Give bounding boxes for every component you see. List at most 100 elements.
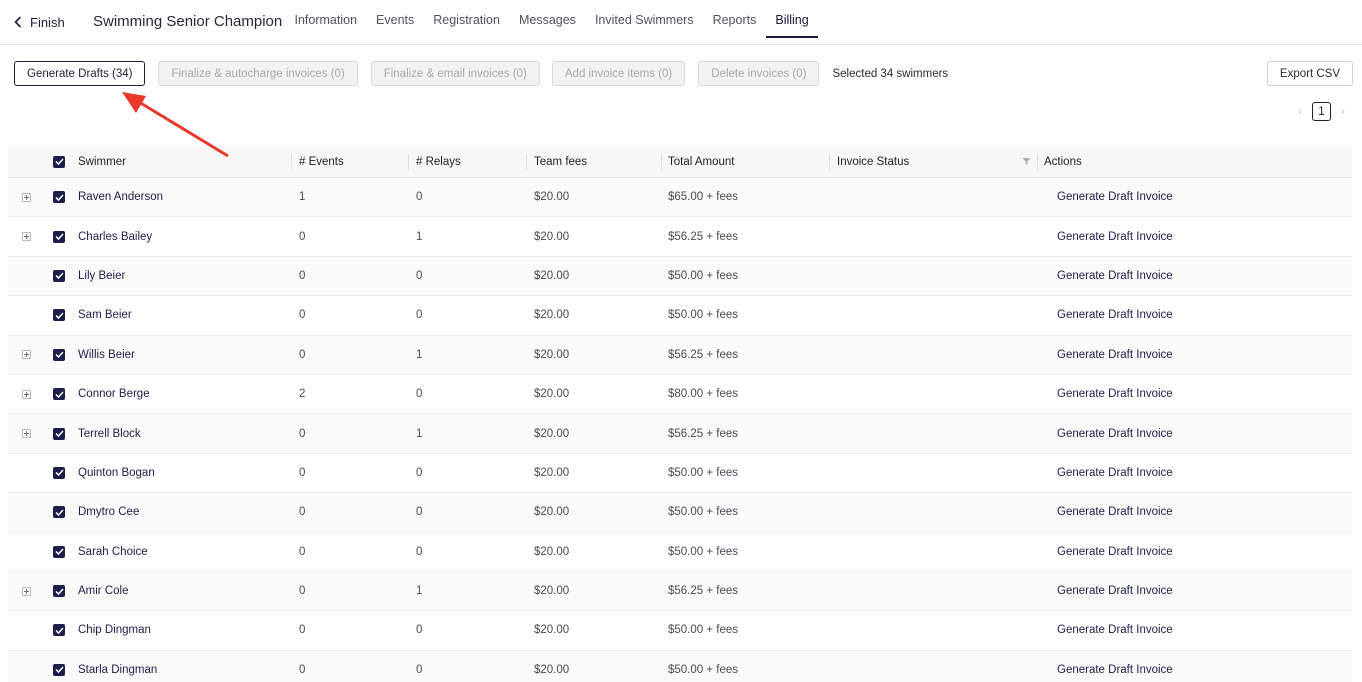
row-checkbox[interactable] [53,217,65,255]
row-checkbox[interactable] [53,611,65,649]
column-header-invoice-status[interactable]: Invoice Status [837,146,909,177]
expand-row-button[interactable] [22,375,31,413]
table-row: Dmytro Cee 0 0 $20.00 $50.00 + fees Generate … [8,493,1352,533]
total-amount-value: $50.00 + fees [668,506,739,519]
column-header-events[interactable]: # Events [299,146,344,177]
expand-row-button[interactable] [22,178,31,216]
row-checkbox[interactable] [53,493,65,531]
column-header-team-fees[interactable]: Team fees [534,146,587,177]
generate-draft-invoice-link[interactable]: Generate Draft Invoice [1057,414,1173,452]
relays-count: 0 [416,269,423,282]
row-checkbox[interactable] [53,572,65,610]
generate-draft-invoice-link[interactable]: Generate Draft Invoice [1057,651,1173,682]
generate-draft-invoice-link[interactable]: Generate Draft Invoice [1057,217,1173,255]
generate-draft-invoice-link[interactable]: Generate Draft Invoice [1057,178,1173,216]
finish-back-button[interactable]: Finish [14,13,65,31]
total-amount-value: $56.25 + fees [668,427,739,440]
column-divider [526,154,527,170]
generate-draft-invoice-link[interactable]: Generate Draft Invoice [1057,611,1173,649]
events-count: 0 [299,506,306,519]
row-checkbox[interactable] [53,178,65,216]
row-checkbox[interactable] [53,296,65,334]
generate-draft-invoice-link[interactable]: Generate Draft Invoice [1057,375,1173,413]
generate-draft-invoice-link[interactable]: Generate Draft Invoice [1057,493,1173,531]
row-checkbox[interactable] [53,336,65,374]
expand-row-button[interactable] [22,217,31,255]
events-count: 0 [299,269,306,282]
events-count: 0 [299,663,306,676]
pagination: ‹ 1 › [1293,102,1350,121]
tab-information[interactable]: Information [285,0,367,45]
checkmark-icon [54,548,64,556]
select-all-checkbox[interactable] [53,146,65,177]
tab-bar: Information Events Registration Messages Inv… [285,0,819,45]
column-header-relays[interactable]: # Relays [416,146,461,177]
relays-count: 0 [416,624,423,637]
generate-drafts-button[interactable]: Generate Drafts (34) [14,61,146,86]
column-header-swimmer[interactable]: Swimmer [78,146,126,177]
relays-count: 1 [416,230,423,243]
generate-draft-invoice-link[interactable]: Generate Draft Invoice [1057,257,1173,295]
checkmark-icon [54,233,64,241]
checkmark-icon [54,666,64,674]
events-count: 0 [299,309,306,322]
finalize-email-button[interactable]: Finalize & email invoices (0) [370,61,540,86]
tab-events[interactable]: Events [367,0,424,45]
total-amount-value: $65.00 + fees [668,191,739,204]
tab-messages[interactable]: Messages [509,0,585,45]
column-divider [291,154,292,170]
table-row: Willis Beier 0 1 $20.00 $56.25 + fees Generat… [8,335,1352,375]
table-row: Amir Cole 0 1 $20.00 $56.25 + fees Generate D… [8,571,1352,612]
column-divider [408,154,409,170]
checkmark-icon [54,588,64,595]
generate-draft-invoice-link[interactable]: Generate Draft Invoice [1057,336,1173,374]
total-amount-value: $56.25 + fees [668,230,739,243]
column-header-total-amount[interactable]: Total Amount [668,146,734,177]
events-count: 0 [299,585,306,598]
row-checkbox[interactable] [53,454,65,492]
team-fees-value: $20.00 [534,230,570,243]
tab-reports[interactable]: Reports [703,0,766,45]
generate-draft-invoice-link[interactable]: Generate Draft Invoice [1057,296,1173,334]
page-number-current[interactable]: 1 [1312,102,1331,121]
finalize-autocharge-button[interactable]: Finalize & autocharge invoices (0) [158,61,358,86]
relays-count: 0 [416,191,423,204]
tab-invited-swimmers[interactable]: Invited Swimmers [585,0,703,45]
checkmark-icon [54,391,64,398]
total-amount-value: $56.25 + fees [668,348,739,361]
table-row: Starla Dingman 0 0 $20.00 $50.00 + fees Gener… [8,650,1352,682]
row-checkbox[interactable] [53,257,65,295]
swimmer-name: Starla Dingman [78,663,158,676]
chevron-right-icon[interactable]: › [1336,106,1350,118]
total-amount-value: $50.00 + fees [668,545,739,558]
generate-draft-invoice-link[interactable]: Generate Draft Invoice [1057,454,1173,492]
events-count: 0 [299,466,306,479]
generate-draft-invoice-link[interactable]: Generate Draft Invoice [1057,533,1173,571]
tab-billing[interactable]: Billing [765,0,819,45]
filter-icon[interactable] [1022,157,1031,166]
total-amount-value: $56.25 + fees [668,585,739,598]
checkmark-icon [54,272,64,280]
add-invoice-items-button[interactable]: Add invoice items (0) [551,61,686,86]
row-checkbox[interactable] [53,651,65,682]
expand-row-button[interactable] [22,572,31,610]
row-checkbox[interactable] [53,414,65,452]
team-fees-value: $20.00 [534,388,570,401]
generate-draft-invoice-link[interactable]: Generate Draft Invoice [1057,572,1173,610]
checkmark-icon [54,158,64,165]
delete-invoices-button[interactable]: Delete invoices (0) [698,61,820,86]
swimmer-name: Terrell Block [78,427,141,440]
events-count: 0 [299,545,306,558]
row-checkbox[interactable] [53,533,65,571]
tab-registration[interactable]: Registration [424,0,510,45]
expand-row-button[interactable] [22,414,31,452]
swimmer-name: Raven Anderson [78,191,164,204]
team-fees-value: $20.00 [534,585,570,598]
table-row: Raven Anderson 1 0 $20.00 $65.00 + fees Gener… [8,178,1352,218]
row-checkbox[interactable] [53,375,65,413]
relays-count: 0 [416,309,423,322]
chevron-left-icon[interactable]: ‹ [1293,106,1307,118]
expand-row-button[interactable] [22,336,31,374]
export-csv-button[interactable]: Export CSV [1266,61,1353,86]
total-amount-value: $50.00 + fees [668,466,739,479]
